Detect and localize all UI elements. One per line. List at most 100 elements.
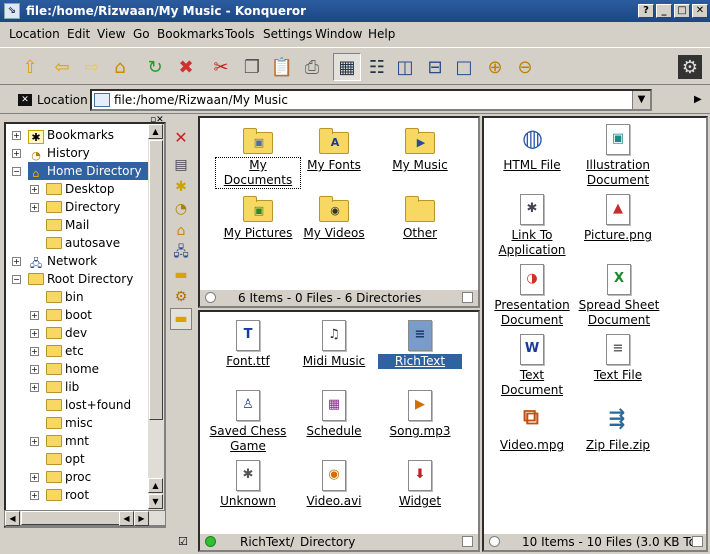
expand-icon[interactable]: + [12, 149, 21, 158]
tree-horizontal-scrollbar[interactable]: ◀ ◀ ▶ [4, 510, 166, 526]
panel-float-icon[interactable]: ▫✕ [150, 115, 164, 125]
file-song-mp3[interactable]: ▶ Song.mp3 [378, 390, 462, 439]
tree-item-misc[interactable]: misc [46, 414, 93, 432]
toolbar-overflow-icon[interactable]: ▶ [694, 94, 702, 105]
minimize-button[interactable]: _ [656, 4, 672, 18]
sidebar-network-icon[interactable]: 🖧 [170, 242, 192, 264]
file-illustration-document[interactable]: ▣ Illustration Document [576, 124, 660, 188]
menu-view[interactable]: View [97, 27, 125, 41]
expand-icon[interactable]: + [30, 473, 39, 482]
scroll-right-icon[interactable]: ▶ [134, 511, 149, 526]
tree-item-mail[interactable]: Mail [46, 216, 89, 234]
forward-icon[interactable]: ⇨ [78, 53, 106, 81]
scroll-left-icon[interactable]: ◀ [119, 511, 134, 526]
collapse-icon[interactable]: − [12, 275, 21, 284]
link-view-checkbox[interactable] [462, 536, 473, 547]
expand-icon[interactable]: + [12, 257, 21, 266]
tree-item-etc[interactable]: etc [46, 342, 84, 360]
tree-item-root[interactable]: root [46, 486, 89, 504]
collapse-icon[interactable]: − [12, 167, 21, 176]
tree-item-proc[interactable]: proc [46, 468, 91, 486]
file-presentation-document[interactable]: ◑ Presentation Document [488, 264, 576, 328]
scroll-up-icon[interactable]: ▲ [148, 124, 163, 139]
tree-item-network[interactable]: 🖧 Network [28, 252, 97, 270]
expand-icon[interactable]: + [30, 329, 39, 338]
file-text-file[interactable]: ≡ Text File [576, 334, 660, 383]
icon-view-icon[interactable]: ▦ [333, 53, 361, 81]
tree-item-bookmarks[interactable]: ✱ Bookmarks [28, 126, 114, 144]
split-horizontal-icon[interactable]: ⊟ [421, 53, 449, 81]
sidebar-folder-icon[interactable]: ▬ [170, 308, 192, 330]
tree-item-directory[interactable]: Directory [46, 198, 120, 216]
menu-edit[interactable]: Edit [67, 27, 90, 41]
menu-tools[interactable]: Tools [225, 27, 255, 41]
tree-item-opt[interactable]: opt [46, 450, 85, 468]
cut-icon[interactable]: ✂ [207, 53, 235, 81]
scroll-up-icon[interactable]: ▲ [148, 478, 163, 493]
home-icon[interactable]: ⌂ [106, 53, 134, 81]
file-widget[interactable]: ⬇ Widget [378, 460, 462, 509]
active-view-indicator[interactable] [205, 292, 216, 303]
menu-bookmarks[interactable]: Bookmarks [157, 27, 224, 41]
up-icon[interactable]: ⇧ [16, 53, 44, 81]
scroll-left-icon[interactable]: ◀ [5, 511, 20, 526]
help-button[interactable]: ? [638, 4, 654, 18]
link-views-icon[interactable]: ☑ [178, 535, 188, 548]
folder-my-videos[interactable]: ◉ My Videos [292, 192, 376, 241]
sidebar-history-icon[interactable]: ◔ [170, 198, 192, 220]
tree-hscroll-thumb[interactable] [21, 511, 121, 525]
clear-location-icon[interactable]: ✕ [18, 94, 32, 106]
paste-icon[interactable]: 📋 [268, 53, 296, 81]
active-view-led-icon[interactable] [205, 536, 216, 547]
expand-icon[interactable]: + [30, 347, 39, 356]
close-panel-icon[interactable]: ✕ [170, 126, 192, 148]
back-icon[interactable]: ⇦ [48, 53, 76, 81]
sidebar-services-icon[interactable]: ⚙ [170, 286, 192, 308]
menu-go[interactable]: Go [133, 27, 150, 41]
file-font-ttf[interactable]: T Font.ttf [206, 320, 290, 369]
reload-icon[interactable]: ↻ [141, 53, 169, 81]
folder-my-music[interactable]: ▶ My Music [378, 124, 462, 173]
file-zip[interactable]: ⇶ Zip File.zip [576, 404, 660, 453]
title-bar[interactable]: ⇘ file:/home/Rizwaan/My Music - Konquero… [0, 0, 710, 22]
tree-scroll-thumb[interactable] [149, 140, 163, 420]
expand-icon[interactable]: + [30, 311, 39, 320]
zoom-in-icon[interactable]: ⊕ [481, 53, 509, 81]
file-richtext[interactable]: ≡ RichText [378, 320, 462, 369]
tree-view-icon[interactable]: ☷ [363, 53, 391, 81]
copy-icon[interactable]: ❐ [238, 53, 266, 81]
pane-other-files-list[interactable]: ◍ HTML File ▣ Illustration Document ✱ Li… [482, 116, 708, 552]
print-icon[interactable]: ⎙ [298, 53, 326, 81]
link-view-checkbox[interactable] [462, 292, 473, 303]
file-saved-chess-game[interactable]: ♙ Saved Chess Game [202, 390, 294, 454]
tree-item-desktop[interactable]: Desktop [46, 180, 115, 198]
tree-vertical-scrollbar[interactable]: ▲ ▲ ▼ [148, 124, 164, 510]
tree-item-lost-found[interactable]: lost+found [46, 396, 131, 414]
expand-icon[interactable]: + [30, 437, 39, 446]
file-text-document[interactable]: W Text Document [490, 334, 574, 398]
tree-item-autosave[interactable]: autosave [46, 234, 120, 252]
sidebar-bookmarks-icon[interactable]: ✱ [170, 176, 192, 198]
tree-item-home-directory[interactable]: ⌂ Home Directory [28, 162, 152, 180]
stop-icon[interactable]: ✖ [172, 53, 200, 81]
location-dropdown-icon[interactable]: ▼ [632, 91, 650, 109]
sidebar-root-folder-icon[interactable]: ▬ [170, 264, 192, 286]
file-unknown[interactable]: ✱ Unknown [206, 460, 290, 509]
tree-item-bin[interactable]: bin [46, 288, 84, 306]
location-input[interactable]: file:/home/Rizwaan/My Music ▼ [90, 89, 652, 111]
tree-item-boot[interactable]: boot [46, 306, 92, 324]
pane-my-music-list[interactable]: T Font.ttf ♫ Midi Music ≡ RichText ♙ Sav… [198, 310, 480, 552]
split-vertical-icon[interactable]: ◫ [391, 53, 419, 81]
new-panel-icon[interactable]: ▤ [170, 154, 192, 176]
menu-help[interactable]: Help [368, 27, 395, 41]
link-view-checkbox[interactable] [692, 536, 703, 547]
expand-icon[interactable]: + [30, 365, 39, 374]
expand-icon[interactable]: + [12, 131, 21, 140]
menu-location[interactable]: Location [9, 27, 60, 41]
tree-item-mnt[interactable]: mnt [46, 432, 89, 450]
expand-icon[interactable]: + [30, 203, 39, 212]
file-spread-sheet-document[interactable]: X Spread Sheet Document [574, 264, 664, 328]
maximize-button[interactable]: □ [674, 4, 690, 18]
menu-window[interactable]: Window [315, 27, 362, 41]
tree-item-dev[interactable]: dev [46, 324, 87, 342]
